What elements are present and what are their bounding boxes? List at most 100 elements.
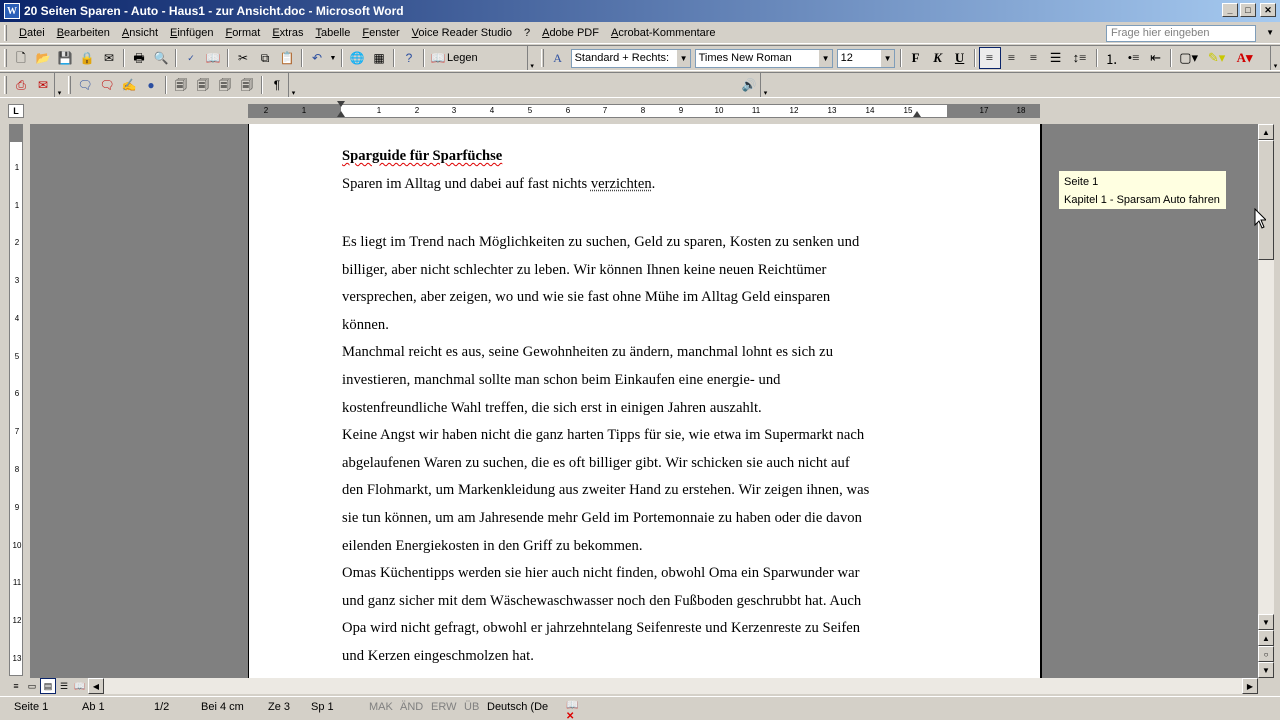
font-size-select[interactable]: 12 ▼ [836, 48, 895, 68]
spelling-status-icon[interactable]: 📖✕ [566, 700, 586, 720]
close-button[interactable]: ✕ [1260, 3, 1276, 17]
font-select[interactable]: Times New Roman ▼ [694, 48, 833, 68]
menu-datei[interactable]: Datei [13, 27, 51, 39]
print-icon[interactable]: 🖶 [128, 47, 150, 69]
document-page[interactable]: Sparguide für Sparfüchse Sparen im Allta… [248, 124, 1042, 678]
highlight-icon[interactable]: ✎▾ [1203, 47, 1231, 69]
scroll-up-icon[interactable]: ▲ [1258, 124, 1274, 140]
scroll-down-icon[interactable]: ▼ [1258, 614, 1274, 630]
ask-dropdown-arrow-icon[interactable]: ▼ [1266, 28, 1274, 37]
comment-toolbar-options-button[interactable]: ▾ [288, 73, 298, 97]
horizontal-scrollbar[interactable]: ◀ ▶ [88, 678, 1258, 694]
hanging-indent-marker[interactable] [337, 111, 345, 117]
menu-help[interactable]: ? [518, 27, 536, 39]
permission-icon[interactable]: 🔒 [76, 47, 98, 69]
insert-comment-icon[interactable]: 🗨 [74, 74, 96, 96]
comment-toolbar-grip[interactable] [68, 76, 71, 94]
email-icon[interactable]: ✉ [98, 47, 120, 69]
menu-acrobat-kommentare[interactable]: Acrobat-Kommentare [605, 27, 722, 39]
previous-page-icon[interactable]: ▲ [1258, 630, 1274, 646]
open-folder-icon[interactable]: 📂 [32, 47, 54, 69]
menu-tabelle[interactable]: Tabelle [310, 27, 357, 39]
status-macro-recorder[interactable]: MAK [369, 701, 393, 713]
horizontal-ruler[interactable]: 2 1 1 2 3 4 5 6 7 8 9 10 11 12 13 14 15 … [248, 101, 1040, 118]
vertical-scroll-thumb[interactable] [1258, 140, 1274, 260]
page-icon-3[interactable]: 🗐 [214, 74, 236, 96]
font-color-icon[interactable]: A▾ [1231, 47, 1259, 69]
toolbar-grip[interactable] [4, 49, 7, 67]
numbering-icon[interactable]: ⒈ [1101, 47, 1123, 69]
font-dropdown-arrow-icon[interactable]: ▼ [818, 49, 832, 67]
print-preview-icon[interactable]: 🔍 [150, 47, 172, 69]
page-icon-2[interactable]: 🗐 [192, 74, 214, 96]
help-icon[interactable]: ? [398, 47, 420, 69]
style-select[interactable]: Standard + Rechts: ▼ [570, 48, 691, 68]
scroll-left-icon[interactable]: ◀ [88, 678, 104, 694]
vertical-ruler[interactable]: 1 1 2 3 4 5 6 7 8 9 10 11 12 13 [9, 124, 23, 676]
page-icon-4[interactable]: 🗐 [236, 74, 258, 96]
menu-extras[interactable]: Extras [266, 27, 309, 39]
format-toolbar-options-button[interactable]: ▾ [1270, 46, 1280, 70]
underline-button[interactable]: U [949, 47, 971, 69]
status-extend-selection[interactable]: ERW [431, 701, 456, 713]
menu-ansicht[interactable]: Ansicht [116, 27, 164, 39]
align-right-icon[interactable]: ≡ [1023, 47, 1045, 69]
undo-dropdown-icon[interactable]: ▼ [328, 47, 338, 69]
format-toolbar-grip[interactable] [540, 49, 544, 67]
borders-icon[interactable]: ▢▾ [1175, 47, 1203, 69]
copy-icon[interactable]: ⧉ [254, 47, 276, 69]
status-overtype[interactable]: ÜB [464, 701, 479, 713]
menu-einfuegen[interactable]: Einfügen [164, 27, 219, 39]
cut-icon[interactable]: ✂ [232, 47, 254, 69]
hyperlink-icon[interactable]: 🌐 [346, 47, 368, 69]
first-line-indent-marker[interactable] [337, 101, 345, 107]
tab-selector[interactable]: L [8, 104, 24, 118]
styles-pane-icon[interactable]: A [547, 47, 569, 69]
menu-adobe-pdf[interactable]: Adobe PDF [536, 27, 605, 39]
next-page-icon[interactable]: ▼ [1258, 662, 1274, 678]
right-indent-marker[interactable] [913, 111, 921, 117]
web-layout-icon[interactable]: ▭ [24, 678, 40, 694]
align-left-icon[interactable]: ≡ [978, 47, 1001, 69]
voice-toolbar-options-button[interactable]: ▾ [760, 73, 770, 97]
word-app-icon[interactable]: W [4, 3, 20, 19]
toolbar-options-button[interactable]: ▾ [526, 46, 537, 70]
save-icon[interactable]: 💾 [54, 47, 76, 69]
undo-icon[interactable]: ↶ [306, 47, 328, 69]
new-document-icon[interactable]: 🗋 [10, 47, 32, 69]
maximize-button[interactable]: □ [1240, 3, 1256, 17]
reading-layout-icon[interactable]: 📖 [72, 678, 88, 694]
info-circle-icon[interactable]: ● [140, 74, 162, 96]
table-icon[interactable]: ▦ [368, 47, 390, 69]
spelling-icon[interactable]: ✓ [180, 47, 202, 69]
convert-and-email-icon[interactable]: ✉ [32, 74, 54, 96]
status-language[interactable]: Deutsch (De [487, 701, 548, 713]
paste-icon[interactable]: 📋 [276, 47, 298, 69]
menu-bearbeiten[interactable]: Bearbeiten [51, 27, 116, 39]
page-icon-1[interactable]: 🗐 [170, 74, 192, 96]
select-browse-object-icon[interactable]: ○ [1258, 646, 1274, 662]
bold-button[interactable]: F [905, 47, 927, 69]
bullets-icon[interactable]: •≡ [1123, 47, 1145, 69]
normal-view-icon[interactable]: ≡ [8, 678, 24, 694]
line-spacing-icon[interactable]: ↕≡ [1067, 47, 1093, 69]
voice-reader-icon[interactable]: 🔊 [738, 74, 760, 96]
minimize-button[interactable]: _ [1222, 3, 1238, 17]
style-dropdown-arrow-icon[interactable]: ▼ [676, 49, 690, 67]
menu-fenster[interactable]: Fenster [356, 27, 405, 39]
review-icon[interactable]: ✍ [118, 74, 140, 96]
scroll-right-icon[interactable]: ▶ [1242, 678, 1258, 694]
menu-format[interactable]: Format [219, 27, 266, 39]
italic-button[interactable]: K [927, 47, 949, 69]
menu-grip[interactable] [4, 24, 7, 41]
document-body[interactable]: Sparguide für Sparfüchse Sparen im Allta… [342, 146, 922, 671]
pdf-toolbar-grip[interactable] [4, 76, 7, 94]
convert-to-pdf-icon[interactable]: ⎙ [10, 74, 32, 96]
menu-voice-reader-studio[interactable]: Voice Reader Studio [406, 27, 518, 39]
comment-icon-2[interactable]: 🗨 [96, 74, 118, 96]
pdf-toolbar-options-button[interactable]: ▾ [54, 73, 64, 97]
outline-view-icon[interactable]: ☰ [56, 678, 72, 694]
ask-question-input[interactable]: Frage hier eingeben [1106, 25, 1256, 42]
decrease-indent-icon[interactable]: ⇤ [1145, 47, 1167, 69]
show-formatting-icon[interactable]: ¶ [266, 74, 288, 96]
